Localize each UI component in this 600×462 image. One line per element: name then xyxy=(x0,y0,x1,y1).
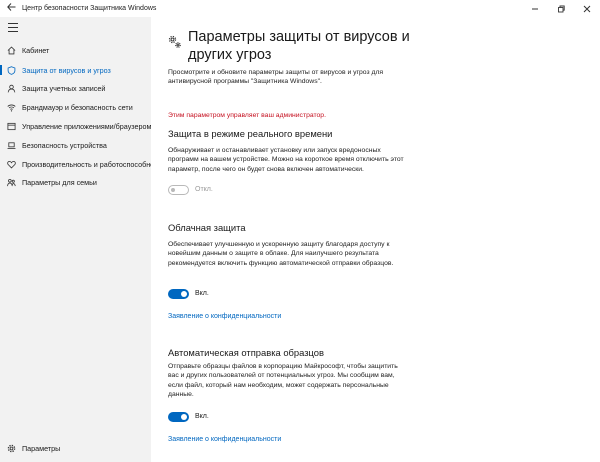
sidebar-item-home[interactable]: Кабинет xyxy=(0,42,151,58)
sidebar-item-account-protection[interactable]: Защита учетных записей xyxy=(0,80,151,96)
page-intro: Просмотрите и обновите параметры защиты … xyxy=(168,69,384,86)
gear-icon xyxy=(0,444,22,453)
shield-icon xyxy=(0,65,22,75)
sidebar-item-virus-protection[interactable]: Защита от вирусов и угроз xyxy=(0,62,151,78)
sidebar-item-label: Безопасность устройства xyxy=(22,140,107,150)
section-description-realtime: Обнаруживает и останавливает установку и… xyxy=(168,147,404,173)
sidebar-item-family[interactable]: Параметры для семьи xyxy=(0,174,151,190)
section-description-sample-submission: Отправьте образцы файлов в корпорацию Ма… xyxy=(168,363,398,398)
sidebar-item-label: Параметры для семьи xyxy=(22,177,97,187)
cloud-protection-toggle[interactable] xyxy=(168,289,189,299)
sidebar-item-firewall[interactable]: Брандмауэр и безопасность сети xyxy=(0,99,151,115)
sidebar: Кабинет Защита от вирусов и угроз Защита… xyxy=(0,17,151,462)
realtime-toggle-label: Откл. xyxy=(195,186,213,193)
maximize-icon xyxy=(558,5,565,12)
app-browser-icon xyxy=(0,122,22,131)
laptop-icon xyxy=(0,141,22,150)
back-arrow-icon[interactable] xyxy=(0,3,22,14)
sidebar-item-label: Параметры xyxy=(22,443,61,453)
sample-submission-toggle[interactable] xyxy=(168,412,189,422)
sidebar-item-label: Защита учетных записей xyxy=(22,83,106,93)
section-title-realtime: Защита в режиме реального времени xyxy=(168,128,333,139)
window-title: Центр безопасности Защитника Windows xyxy=(22,5,157,12)
hamburger-menu-icon[interactable] xyxy=(8,23,18,32)
sidebar-item-label: Управление приложениями/браузером xyxy=(22,121,151,131)
sidebar-item-label: Кабинет xyxy=(22,45,50,55)
privacy-statement-link[interactable]: Заявление о конфиденциальности xyxy=(168,313,281,320)
sample-toggle-label: Вкл. xyxy=(195,413,209,420)
sidebar-item-label: Защита от вирусов и угроз xyxy=(22,65,111,75)
sidebar-item-performance[interactable]: Производительность и работоспособнос xyxy=(0,156,151,172)
main-content: Параметры защиты от вирусов и других угр… xyxy=(151,17,600,462)
sidebar-item-device-security[interactable]: Безопасность устройства xyxy=(0,137,151,153)
sidebar-item-app-browser[interactable]: Управление приложениями/браузером xyxy=(0,118,151,134)
sidebar-item-label: Производительность и работоспособнос xyxy=(22,159,151,169)
section-description-cloud: Обеспечивает улучшенную и ускоренную защ… xyxy=(168,241,394,267)
family-icon xyxy=(0,178,22,187)
close-icon xyxy=(583,5,591,12)
sidebar-item-settings[interactable]: Параметры xyxy=(0,440,151,456)
person-icon xyxy=(0,84,22,93)
wifi-icon xyxy=(0,103,22,112)
home-icon xyxy=(0,46,22,55)
privacy-statement-link[interactable]: Заявление о конфиденциальности xyxy=(168,436,281,443)
sidebar-item-label: Брандмауэр и безопасность сети xyxy=(22,102,133,112)
close-button[interactable] xyxy=(574,0,600,17)
minimize-icon xyxy=(532,8,538,9)
page-title: Параметры защиты от вирусов и других угр… xyxy=(188,29,410,63)
heart-icon xyxy=(0,160,22,169)
gears-icon xyxy=(168,35,182,49)
minimize-button[interactable] xyxy=(522,0,548,17)
admin-notice: Этим параметром управляет ваш администра… xyxy=(168,112,326,119)
section-title-sample-submission: Автоматическая отправка образцов xyxy=(168,347,324,358)
section-title-cloud: Облачная защита xyxy=(168,222,246,233)
maximize-button[interactable] xyxy=(548,0,574,17)
title-bar: Центр безопасности Защитника Windows xyxy=(0,0,600,17)
realtime-protection-toggle[interactable] xyxy=(168,185,189,195)
cloud-toggle-label: Вкл. xyxy=(195,290,209,297)
